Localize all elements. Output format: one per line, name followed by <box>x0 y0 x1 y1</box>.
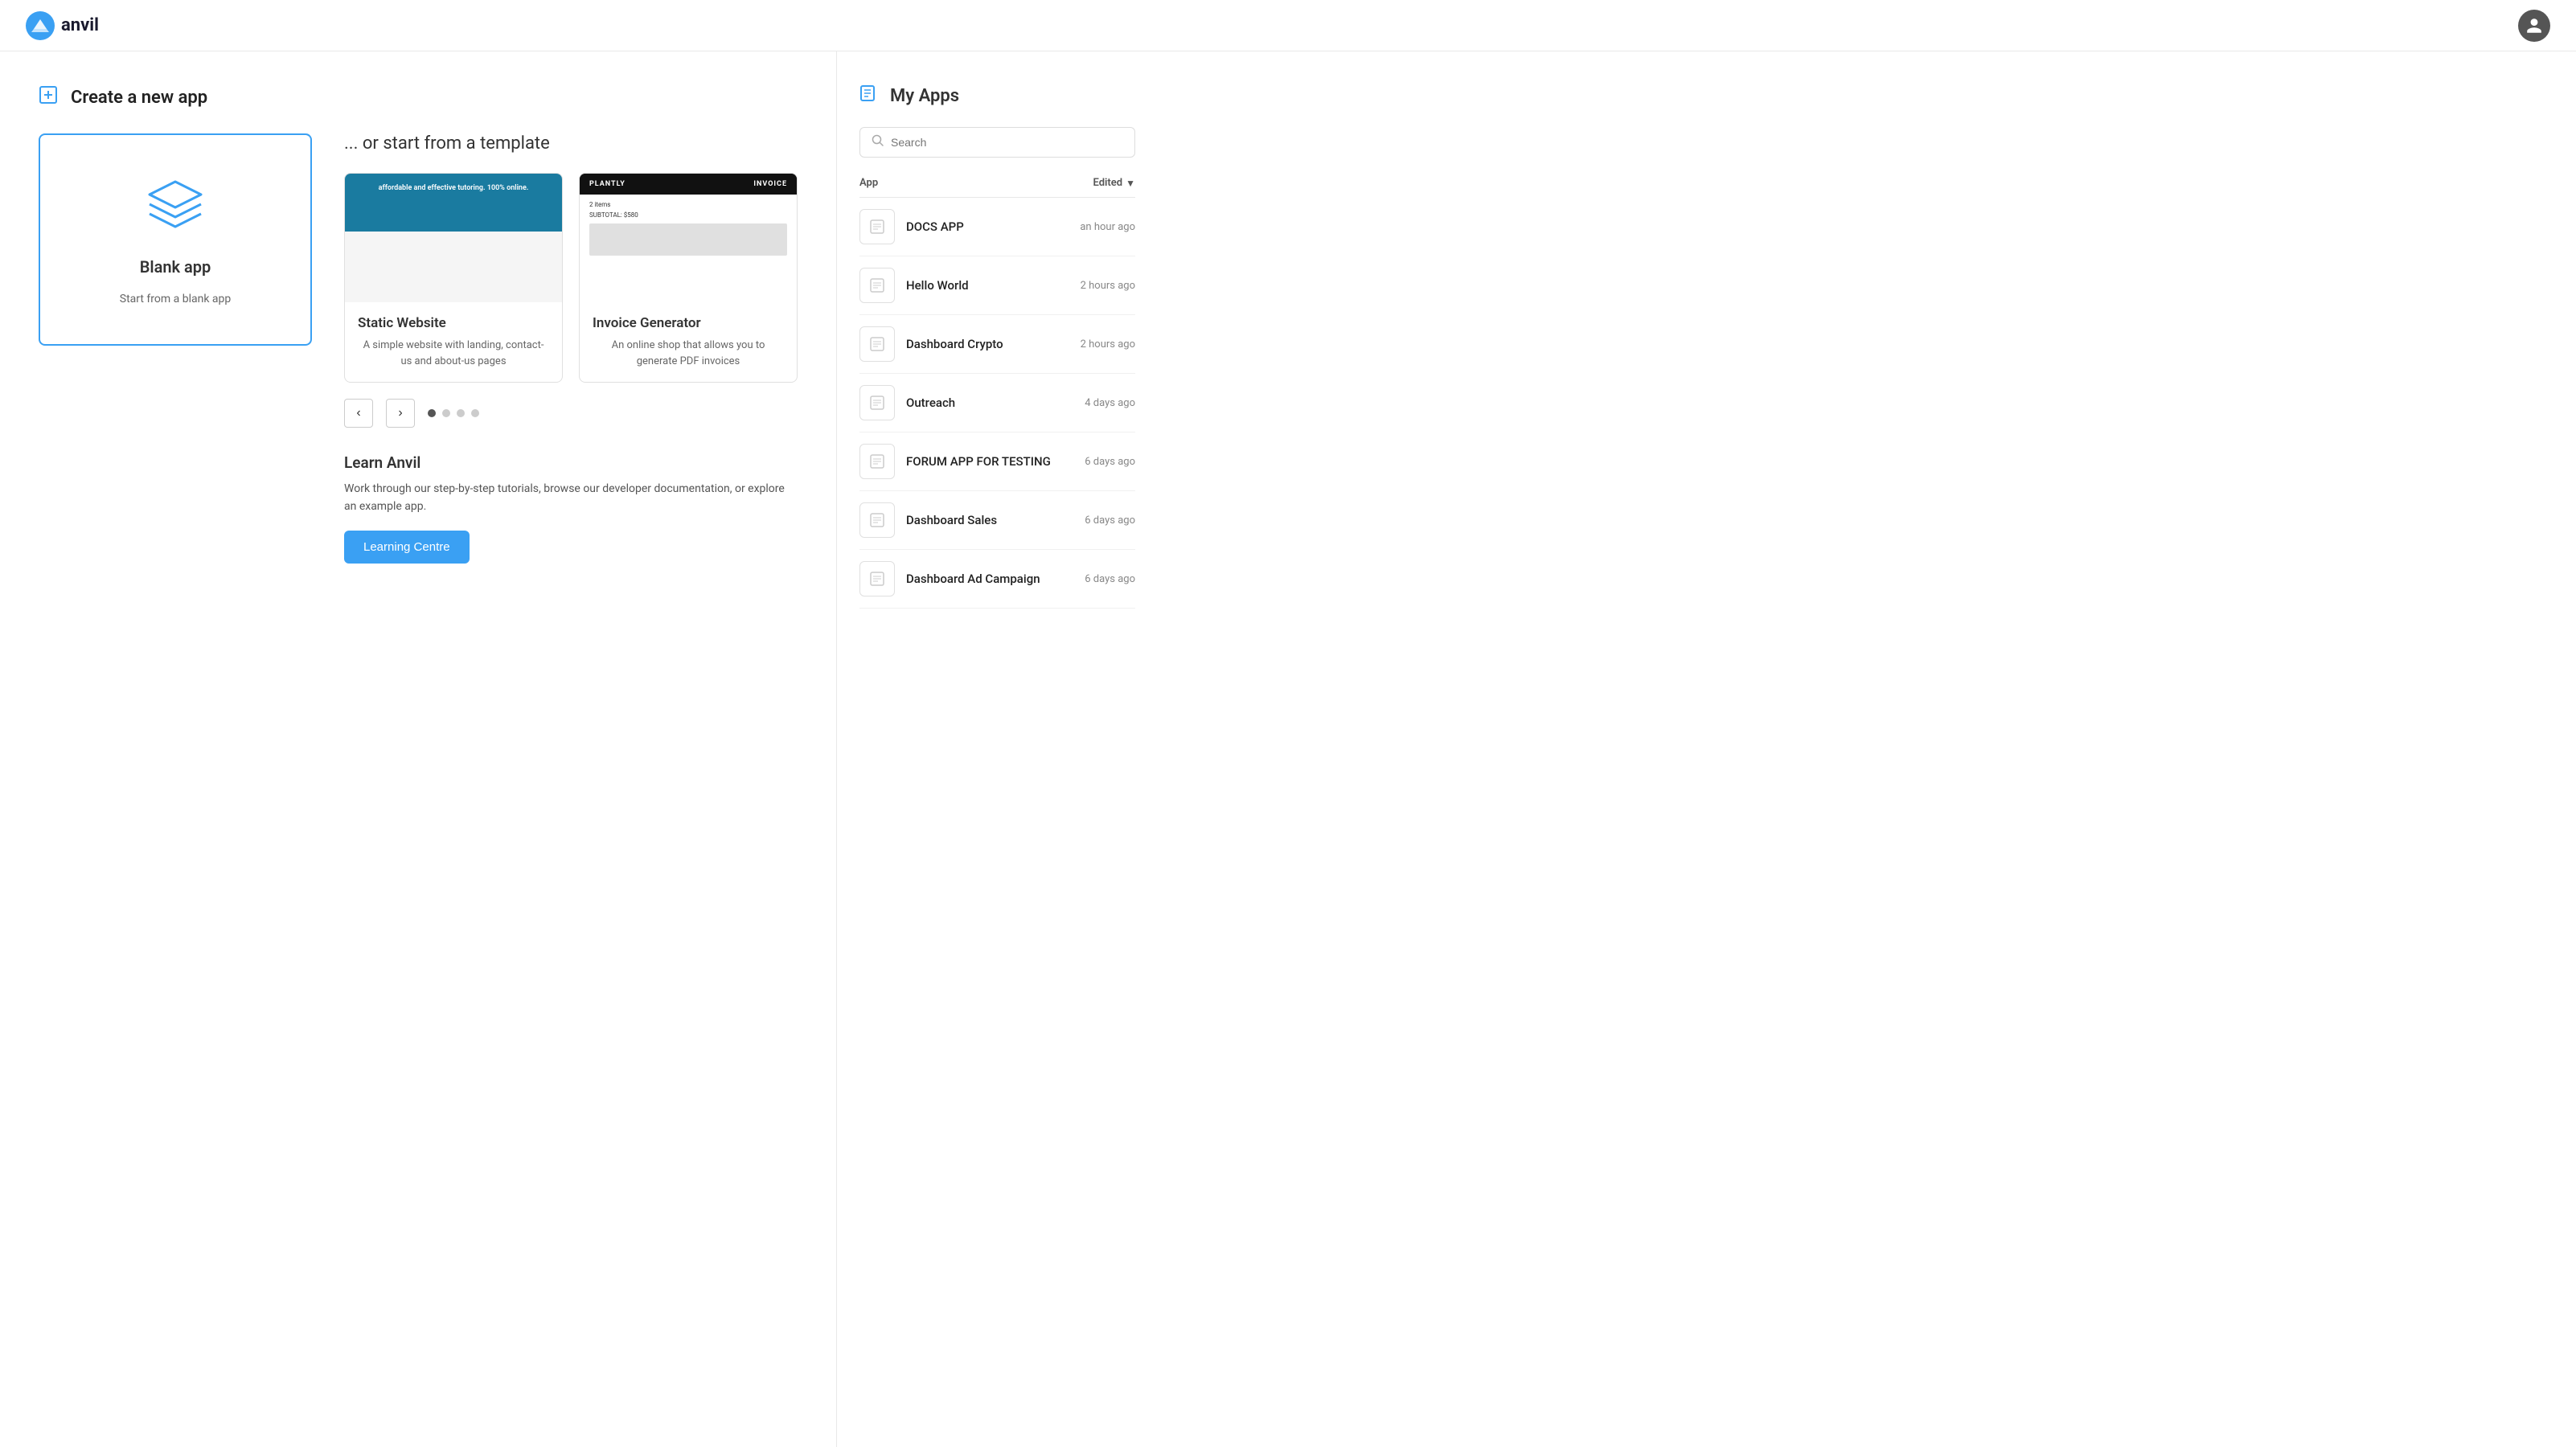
app-item-5[interactable]: Dashboard Sales 6 days ago <box>859 491 1135 550</box>
sidebar-header: My Apps <box>859 84 1135 108</box>
template-section: ... or start from a template affordable … <box>344 133 798 564</box>
template-name-invoice: Invoice Generator <box>593 315 784 331</box>
logo-text: anvil <box>61 15 99 35</box>
invoice-img <box>589 223 787 256</box>
app-item-left-6: Dashboard Ad Campaign <box>859 561 1040 596</box>
create-section-title: Create a new app <box>39 84 798 111</box>
app-name-0: DOCS APP <box>906 219 964 234</box>
learn-description: Work through our step-by-step tutorials,… <box>344 480 798 516</box>
content-area: Create a new app Blank app Start from a … <box>0 51 836 1447</box>
layers-icon <box>143 174 207 241</box>
blank-app-card[interactable]: Blank app Start from a blank app <box>39 133 312 346</box>
app-thumb-6 <box>859 561 895 596</box>
app-thumb-5 <box>859 502 895 538</box>
invoice-preview: PLANTLY INVOICE 2 items SUBTOTAL: $580 <box>580 174 797 302</box>
app-item-left-3: Outreach <box>859 385 955 420</box>
create-section-body: Blank app Start from a blank app ... or … <box>39 133 798 564</box>
create-app-icon <box>39 84 61 111</box>
invoice-line-2: SUBTOTAL: $580 <box>589 211 787 219</box>
invoice-header-bar: PLANTLY INVOICE <box>580 174 797 195</box>
person-icon <box>2525 17 2543 35</box>
header: anvil <box>0 0 2576 51</box>
invoice-line-1: 2 items <box>589 201 787 208</box>
search-input[interactable] <box>891 136 1123 149</box>
app-name-3: Outreach <box>906 396 955 410</box>
search-icon <box>872 134 884 150</box>
app-edited-2: 2 hours ago <box>1081 338 1135 350</box>
app-edited-5: 6 days ago <box>1085 514 1135 527</box>
my-apps-title: My Apps <box>890 86 959 106</box>
anvil-logo-icon <box>26 11 55 40</box>
app-edited-4: 6 days ago <box>1085 456 1135 468</box>
invoice-label: INVOICE <box>753 180 787 188</box>
app-item-left-5: Dashboard Sales <box>859 502 997 538</box>
template-info-invoice: Invoice Generator An online shop that al… <box>580 302 797 382</box>
carousel-dots <box>428 409 479 417</box>
app-thumb-0 <box>859 209 895 244</box>
template-card-static[interactable]: affordable and effective tutoring. 100% … <box>344 173 563 383</box>
template-heading: ... or start from a template <box>344 133 798 154</box>
template-desc-static: A simple website with landing, contact-u… <box>358 338 549 369</box>
search-box[interactable] <box>859 127 1135 158</box>
learning-centre-button[interactable]: Learning Centre <box>344 531 470 564</box>
static-preview: affordable and effective tutoring. 100% … <box>345 174 562 302</box>
app-name-5: Dashboard Sales <box>906 513 997 527</box>
apps-table-header: App Edited ▼ <box>859 177 1135 198</box>
app-item-2[interactable]: Dashboard Crypto 2 hours ago <box>859 315 1135 374</box>
create-left: Blank app Start from a blank app <box>39 133 312 346</box>
template-thumb-invoice: PLANTLY INVOICE 2 items SUBTOTAL: $580 <box>580 174 797 302</box>
carousel-dot-2[interactable] <box>442 409 450 417</box>
app-item-3[interactable]: Outreach 4 days ago <box>859 374 1135 432</box>
main-layout: Create a new app Blank app Start from a … <box>0 51 2576 1447</box>
template-info-static: Static Website A simple website with lan… <box>345 302 562 382</box>
template-card-invoice[interactable]: PLANTLY INVOICE 2 items SUBTOTAL: $580 <box>579 173 798 383</box>
app-name-1: Hello World <box>906 278 969 293</box>
sort-arrow-icon: ▼ <box>1126 178 1135 189</box>
user-avatar-button[interactable] <box>2518 10 2550 42</box>
col-app-label: App <box>859 177 878 189</box>
app-item-1[interactable]: Hello World 2 hours ago <box>859 256 1135 315</box>
create-section-heading: Create a new app <box>71 88 207 108</box>
blank-app-subtitle: Start from a blank app <box>120 293 231 305</box>
app-list: DOCS APP an hour ago Hello World 2 hours… <box>859 198 1135 609</box>
app-edited-0: an hour ago <box>1080 221 1135 233</box>
app-name-2: Dashboard Crypto <box>906 337 1003 351</box>
app-thumb-1 <box>859 268 895 303</box>
invoice-body: 2 items SUBTOTAL: $580 <box>580 195 797 302</box>
app-item-4[interactable]: FORUM APP FOR TESTING 6 days ago <box>859 432 1135 491</box>
app-item-6[interactable]: Dashboard Ad Campaign 6 days ago <box>859 550 1135 609</box>
template-cards: affordable and effective tutoring. 100% … <box>344 173 798 383</box>
template-name-static: Static Website <box>358 315 549 331</box>
app-edited-1: 2 hours ago <box>1081 280 1135 292</box>
carousel-dot-3[interactable] <box>457 409 465 417</box>
carousel-next-button[interactable]: › <box>386 399 415 428</box>
carousel-controls: ‹ › <box>344 399 798 428</box>
app-thumb-4 <box>859 444 895 479</box>
blank-app-title: Blank app <box>140 257 211 277</box>
app-item-left-0: DOCS APP <box>859 209 964 244</box>
static-preview-tagline: affordable and effective tutoring. 100% … <box>379 183 529 194</box>
app-item-0[interactable]: DOCS APP an hour ago <box>859 198 1135 256</box>
apps-sidebar: My Apps App Edited ▼ <box>836 51 1158 1447</box>
invoice-brand: PLANTLY <box>589 180 626 188</box>
app-item-left-1: Hello World <box>859 268 969 303</box>
carousel-dot-4[interactable] <box>471 409 479 417</box>
carousel-prev-button[interactable]: ‹ <box>344 399 373 428</box>
app-name-4: FORUM APP FOR TESTING <box>906 454 1051 469</box>
learn-section: Learn Anvil Work through our step-by-ste… <box>344 453 798 564</box>
app-thumb-3 <box>859 385 895 420</box>
learn-title: Learn Anvil <box>344 453 798 472</box>
app-edited-6: 6 days ago <box>1085 573 1135 585</box>
template-desc-invoice: An online shop that allows you to genera… <box>593 338 784 369</box>
logo[interactable]: anvil <box>26 11 99 40</box>
app-item-left-4: FORUM APP FOR TESTING <box>859 444 1051 479</box>
app-item-left-2: Dashboard Crypto <box>859 326 1003 362</box>
app-edited-3: 4 days ago <box>1085 397 1135 409</box>
col-edited-label[interactable]: Edited ▼ <box>1093 177 1135 189</box>
my-apps-icon <box>859 84 880 108</box>
app-name-6: Dashboard Ad Campaign <box>906 572 1040 586</box>
template-thumb-static: affordable and effective tutoring. 100% … <box>345 174 562 302</box>
carousel-dot-1[interactable] <box>428 409 436 417</box>
app-thumb-2 <box>859 326 895 362</box>
